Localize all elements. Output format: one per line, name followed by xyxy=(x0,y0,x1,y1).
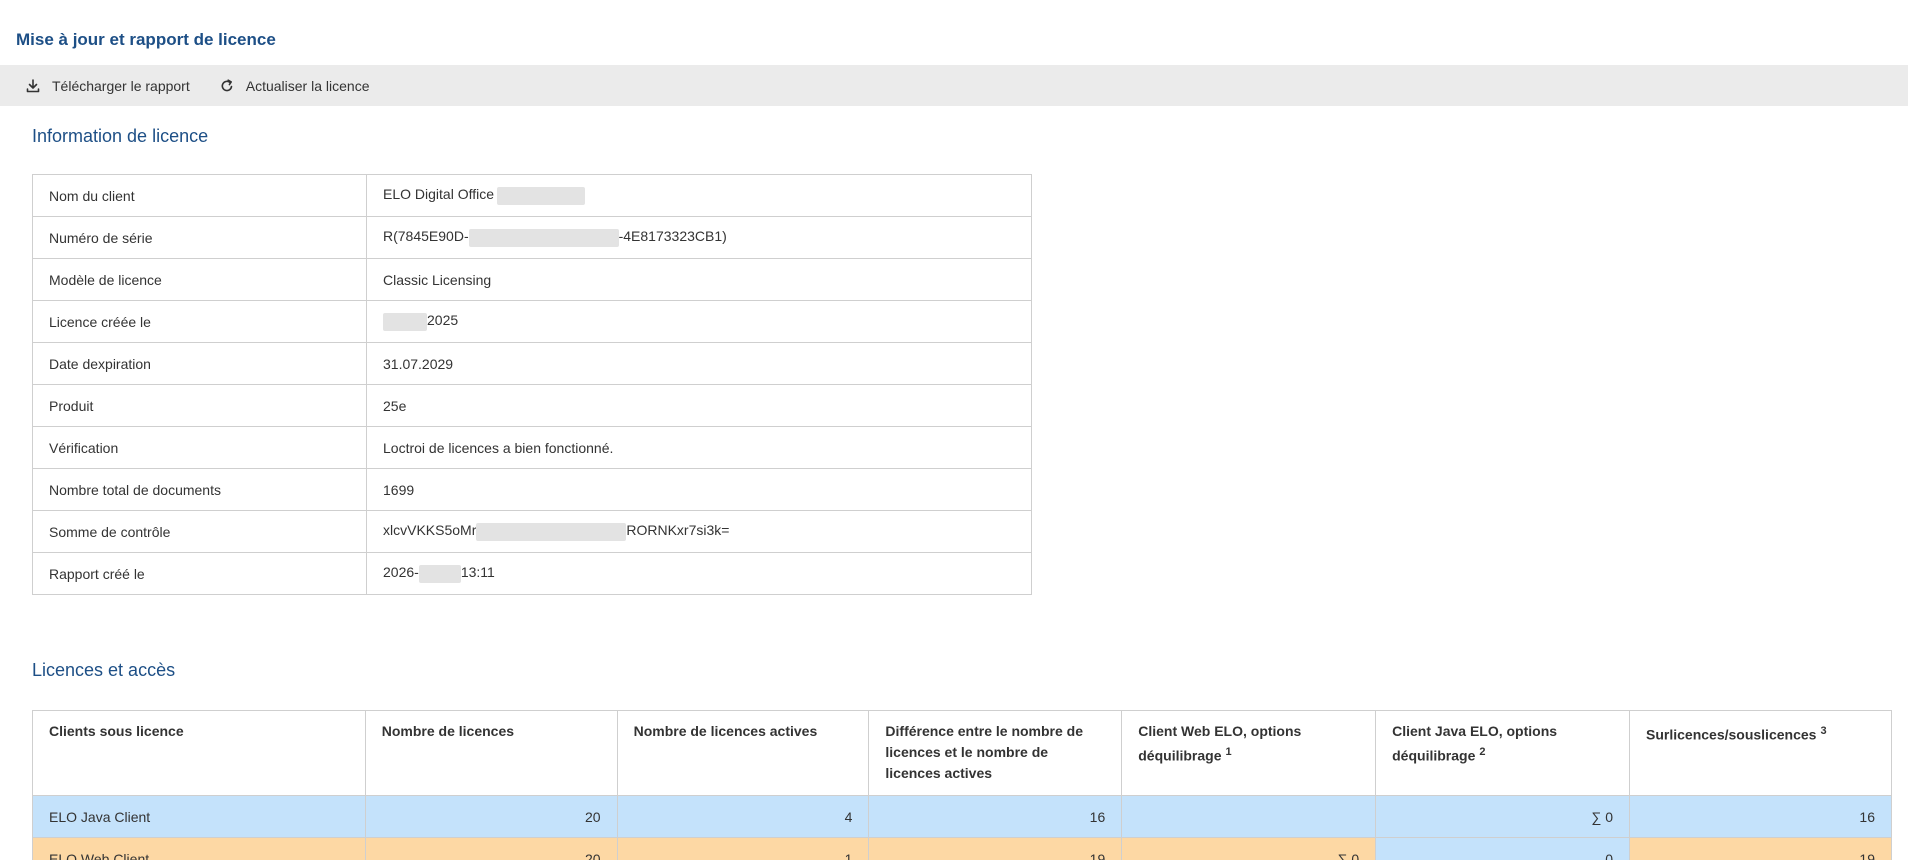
col-header-license-count: Nombre de licences xyxy=(364,710,618,796)
info-label: Licence créée le xyxy=(32,300,367,343)
info-value: ELO Digital Office xyxy=(366,174,1032,217)
table-cell: ELO Web Client xyxy=(32,837,366,860)
download-report-button[interactable]: Télécharger le rapport xyxy=(26,78,190,94)
redacted-block xyxy=(383,312,427,331)
redacted-block xyxy=(497,186,586,205)
table-cell: ∑ 0 xyxy=(1375,795,1630,838)
license-info-table: Nom du client ELO Digital Office Numéro … xyxy=(32,174,1032,595)
table-cell: 1 xyxy=(616,837,870,860)
info-value: 2025 xyxy=(366,300,1032,343)
info-value: Loctroi de licences a bien fonctionné. xyxy=(366,426,1032,469)
page-title: Mise à jour et rapport de licence xyxy=(16,30,276,49)
refresh-icon xyxy=(221,78,233,91)
info-row-document-count: Nombre total de documents 1699 xyxy=(32,468,1032,511)
table-cell: 0 xyxy=(1375,837,1630,860)
table-cell: 16 xyxy=(868,795,1123,838)
info-row-serial-number: Numéro de série R(7845E90D- -4E8173323CB1… xyxy=(32,216,1032,259)
footnote-marker: 1 xyxy=(1225,746,1232,758)
licenses-table: Clients sous licence Nombre de licences … xyxy=(32,710,1892,860)
licenses-header-row: Clients sous licence Nombre de licences … xyxy=(32,710,1892,796)
info-row-license-model: Modèle de licence Classic Licensing xyxy=(32,258,1032,301)
download-icon xyxy=(26,78,40,92)
info-value: 31.07.2029 xyxy=(366,342,1032,385)
table-cell: 19 xyxy=(868,837,1123,860)
col-header-over-under-licensing: Surlicences/souslicences 3 xyxy=(1629,710,1892,796)
info-row-checksum: Somme de contrôle xlcvVKKS5oMr RORNKxr7si… xyxy=(32,510,1032,553)
licenses-table-container[interactable]: Clients sous licence Nombre de licences … xyxy=(32,710,1892,860)
licenses-access-title: Licences et accès xyxy=(32,660,176,680)
col-header-licensed-clients: Clients sous licence xyxy=(32,710,366,796)
table-cell: ELO Java Client xyxy=(32,795,366,838)
info-label: Produit xyxy=(32,384,367,427)
table-cell: 16 xyxy=(1629,795,1892,838)
table-row-web-client: ELO Web Client 20 1 19 ∑ 0 0 19 xyxy=(32,837,1892,860)
table-cell: 20 xyxy=(364,795,618,838)
col-header-difference: Différence entre le nombre de licences e… xyxy=(868,710,1123,796)
table-cell: 4 xyxy=(616,795,870,838)
col-header-web-client-balancing: Client Web ELO, options déquilibrage 1 xyxy=(1121,710,1377,796)
redacted-block xyxy=(418,564,461,583)
table-cell: 20 xyxy=(364,837,618,860)
info-label: Vérification xyxy=(32,426,367,469)
info-label: Nombre total de documents xyxy=(32,468,367,511)
download-report-label: Télécharger le rapport xyxy=(52,77,190,94)
info-row-product: Produit 25e xyxy=(32,384,1032,427)
col-header-java-client-balancing: Client Java ELO, options déquilibrage 2 xyxy=(1375,710,1630,796)
table-cell xyxy=(1121,795,1377,838)
info-value: xlcvVKKS5oMr RORNKxr7si3k= xyxy=(366,510,1032,553)
info-label: Somme de contrôle xyxy=(32,510,367,553)
toolbar: Télécharger le rapport Actualiser la lic… xyxy=(0,65,1908,106)
refresh-license-button[interactable]: Actualiser la licence xyxy=(220,77,370,94)
info-value: 25e xyxy=(366,384,1032,427)
info-label: Date dexpiration xyxy=(32,342,367,385)
info-row-expiration-date: Date dexpiration 31.07.2029 xyxy=(32,342,1032,385)
info-row-report-created: Rapport créé le 2026- 13:11 xyxy=(32,552,1032,595)
info-row-verification: Vérification Loctroi de licences a bien … xyxy=(32,426,1032,469)
info-value: R(7845E90D- -4E8173323CB1) xyxy=(366,216,1032,259)
info-label: Nom du client xyxy=(32,174,367,217)
info-label: Rapport créé le xyxy=(32,552,367,595)
info-value: 1699 xyxy=(366,468,1032,511)
info-row-created-on: Licence créée le 2025 xyxy=(32,300,1032,343)
refresh-license-label: Actualiser la licence xyxy=(245,77,370,94)
col-header-active-licenses: Nombre de licences actives xyxy=(616,710,870,796)
info-label: Modèle de licence xyxy=(32,258,367,301)
table-cell: ∑ 0 xyxy=(1121,837,1377,860)
footnote-marker: 2 xyxy=(1479,746,1486,758)
info-row-client-name: Nom du client ELO Digital Office xyxy=(32,174,1032,217)
redacted-block xyxy=(476,522,627,541)
table-cell: 19 xyxy=(1629,837,1892,860)
table-row-java-client: ELO Java Client 20 4 16 ∑ 0 16 xyxy=(32,795,1892,838)
info-value: 2026- 13:11 xyxy=(366,552,1032,595)
footnote-marker: 3 xyxy=(1820,725,1827,737)
license-info-title: Information de licence xyxy=(32,126,209,146)
info-label: Numéro de série xyxy=(32,216,367,259)
redacted-block xyxy=(468,228,619,247)
info-value: Classic Licensing xyxy=(366,258,1032,301)
